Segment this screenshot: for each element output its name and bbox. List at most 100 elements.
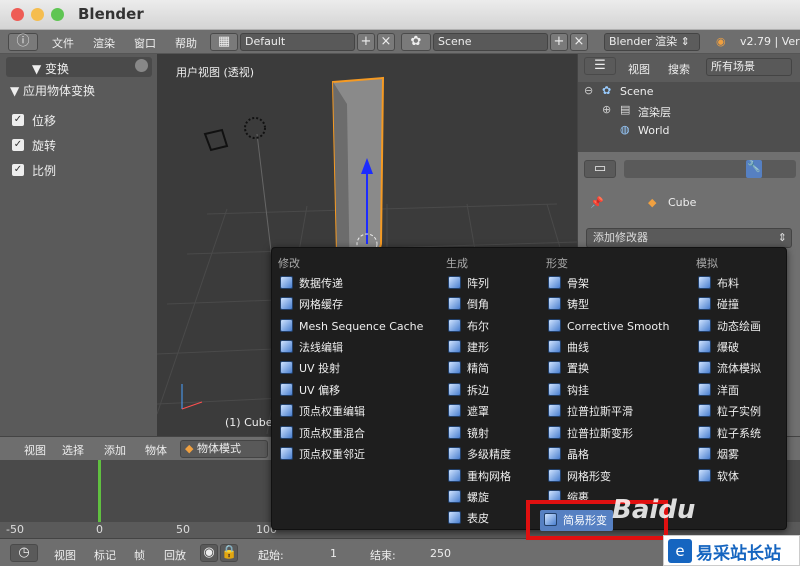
- expand-icon[interactable]: ⊖: [584, 84, 593, 97]
- scene-icon: ✿: [602, 84, 612, 97]
- menu-item[interactable]: 螺旋: [448, 487, 489, 508]
- menu-item[interactable]: 碰撞: [698, 294, 739, 315]
- mode-select[interactable]: ◆ 物体模式: [180, 440, 268, 458]
- menu-item[interactable]: 精简: [448, 358, 489, 379]
- minimize-window-button[interactable]: [31, 8, 44, 21]
- end-value[interactable]: 250: [430, 547, 451, 560]
- render-engine-select[interactable]: Blender 渲染 ⇕: [604, 33, 700, 51]
- menu-item[interactable]: 布料: [698, 273, 739, 294]
- menu-item[interactable]: UV 偏移: [280, 380, 340, 401]
- menu-item[interactable]: 建形: [448, 337, 489, 358]
- menu-object[interactable]: 物体: [145, 442, 167, 458]
- menu-render[interactable]: 渲染: [93, 35, 115, 51]
- menu-item[interactable]: 晶格: [548, 444, 589, 465]
- menu-item[interactable]: 钩挂: [548, 380, 589, 401]
- outliner-view-menu[interactable]: 视图: [628, 61, 650, 77]
- menu-item[interactable]: 软体: [698, 466, 739, 487]
- lock-icon[interactable]: 🔒: [220, 544, 238, 562]
- ruler-tick: 50: [176, 523, 190, 536]
- tree-world[interactable]: World: [638, 124, 670, 137]
- outliner-search-menu[interactable]: 搜索: [668, 61, 690, 77]
- menu-item[interactable]: 网格缓存: [280, 294, 343, 315]
- menu-item[interactable]: 顶点权重邻近: [280, 444, 365, 465]
- add-modifier-select[interactable]: 添加修改器 ⇕: [586, 228, 792, 248]
- menu-item[interactable]: 置换: [548, 358, 589, 379]
- current-frame-line[interactable]: [98, 460, 101, 522]
- rotation-checkbox[interactable]: ✓: [12, 139, 24, 151]
- menu-item[interactable]: 阵列: [448, 273, 489, 294]
- menu-item[interactable]: 粒子实例: [698, 401, 761, 422]
- properties-editor-icon[interactable]: ▭: [584, 160, 616, 178]
- add-scene-button[interactable]: +: [550, 33, 568, 51]
- menu-item[interactable]: 洋面: [698, 380, 739, 401]
- menu-view[interactable]: 视图: [24, 442, 46, 458]
- menu-item[interactable]: 网格形变: [548, 466, 611, 487]
- remove-layout-button[interactable]: ×: [377, 33, 395, 51]
- menu-item[interactable]: 曲线: [548, 337, 589, 358]
- menu-item[interactable]: 流体模拟: [698, 358, 761, 379]
- menu-item[interactable]: 布尔: [448, 316, 489, 337]
- tree-scene[interactable]: Scene: [620, 85, 654, 98]
- menu-item[interactable]: 动态绘画: [698, 316, 761, 337]
- menu-help[interactable]: 帮助: [175, 35, 197, 51]
- close-window-button[interactable]: [11, 8, 24, 21]
- scene-icon[interactable]: ✿: [401, 33, 431, 51]
- menu-item[interactable]: 遮罩: [448, 401, 489, 422]
- pin-icon[interactable]: 📌: [590, 196, 604, 209]
- scale-checkbox[interactable]: ✓: [12, 164, 24, 176]
- remove-scene-button[interactable]: ×: [570, 33, 588, 51]
- menu-playback[interactable]: 回放: [164, 547, 186, 563]
- outliner-editor-icon[interactable]: ☰: [584, 57, 616, 75]
- menu-select[interactable]: 选择: [62, 442, 84, 458]
- menu-item[interactable]: 骨架: [548, 273, 589, 294]
- menu-item[interactable]: 法线编辑: [280, 337, 343, 358]
- menu-item[interactable]: 铸型: [548, 294, 589, 315]
- modifier-tab-icon[interactable]: 🔧: [746, 160, 762, 178]
- camera-object[interactable]: [203, 128, 229, 152]
- outliner-filter-select[interactable]: 所有场景: [706, 58, 792, 76]
- maximize-window-button[interactable]: [51, 8, 64, 21]
- menu-item[interactable]: 多级精度: [448, 444, 511, 465]
- menu-item[interactable]: UV 投射: [280, 358, 340, 379]
- menu-window[interactable]: 窗口: [134, 35, 156, 51]
- modifier-icon: [548, 383, 561, 396]
- menu-item[interactable]: 拆边: [448, 380, 489, 401]
- menu-item[interactable]: 重构网格: [448, 466, 511, 487]
- timeline-editor-icon[interactable]: ◷: [10, 544, 38, 562]
- menu-item[interactable]: 数据传递: [280, 273, 343, 294]
- menu-view[interactable]: 视图: [54, 547, 76, 563]
- menu-item[interactable]: 镜射: [448, 423, 489, 444]
- menu-file[interactable]: 文件: [52, 35, 74, 51]
- location-checkbox[interactable]: ✓: [12, 114, 24, 126]
- menu-item[interactable]: Corrective Smooth: [548, 316, 669, 337]
- screen-layout-icon[interactable]: ▦: [210, 33, 238, 51]
- tree-render-layer[interactable]: 渲染层: [638, 104, 671, 120]
- add-layout-button[interactable]: +: [357, 33, 375, 51]
- record-icon[interactable]: ◉: [200, 544, 218, 562]
- info-editor-type-button[interactable]: ⓘ: [8, 33, 38, 51]
- menu-item[interactable]: 爆破: [698, 337, 739, 358]
- menu-item[interactable]: 拉普拉斯变形: [548, 423, 633, 444]
- scene-field[interactable]: Scene: [433, 33, 548, 51]
- transform-panel-header[interactable]: ▼ 变换: [6, 57, 152, 77]
- modifier-icon: [448, 319, 461, 332]
- properties-tab-strip[interactable]: 🔧: [624, 160, 796, 178]
- menu-item[interactable]: 倒角: [448, 294, 489, 315]
- menu-item[interactable]: Mesh Sequence Cache: [280, 316, 423, 337]
- menu-frame[interactable]: 帧: [134, 547, 145, 563]
- menu-add[interactable]: 添加: [104, 442, 126, 458]
- start-value[interactable]: 1: [330, 547, 337, 560]
- menu-item[interactable]: 粒子系统: [698, 423, 761, 444]
- apply-transform-header[interactable]: ▼ 应用物体变换: [10, 82, 95, 99]
- menu-marker[interactable]: 标记: [94, 547, 116, 563]
- expand-icon[interactable]: ⊕: [602, 103, 611, 116]
- menu-item[interactable]: 烟雾: [698, 444, 739, 465]
- panel-pin-icon[interactable]: [135, 59, 148, 72]
- menu-item[interactable]: 表皮: [448, 508, 489, 529]
- layout-field[interactable]: Default: [240, 33, 355, 51]
- menu-item[interactable]: 顶点权重混合: [280, 423, 365, 444]
- lamp-object[interactable]: [244, 117, 266, 139]
- modifier-icon: [448, 297, 461, 310]
- menu-item[interactable]: 拉普拉斯平滑: [548, 401, 633, 422]
- menu-item[interactable]: 顶点权重编辑: [280, 401, 365, 422]
